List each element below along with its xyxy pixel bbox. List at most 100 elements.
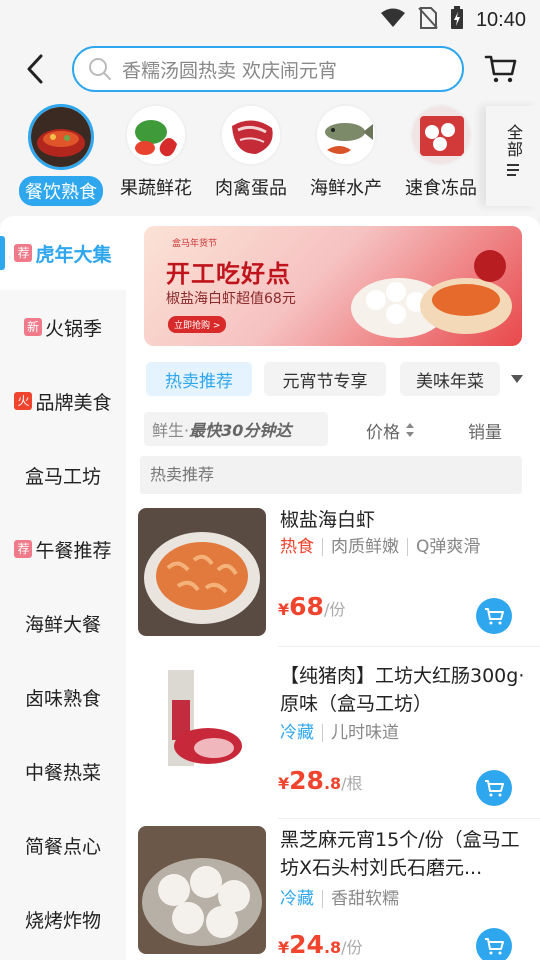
chip-hot-recommend[interactable]: 热卖推荐 [146,362,252,396]
price-decimal: .8 [323,938,342,957]
content-area: 盒马年货节 开工吃好点 椒盐海白虾超值68元 立即抢购 > 热卖推荐 元宵节专享… [126,216,540,960]
product-image [138,826,266,954]
add-to-cart-button[interactable] [476,598,512,634]
product-card[interactable]: 黑芝麻元宵15个/份（盒马工坊X石头村刘氏石磨元... 冷藏 香甜软糯 ¥24.… [126,826,540,960]
price-integer: 28 [289,766,324,795]
divider [278,818,540,819]
all-categories-button[interactable]: 全部 [486,106,540,206]
product-name: 黑芝麻元宵15个/份（盒马工坊X石头村刘氏石磨元... [280,829,520,879]
product-tag: 儿时味道 [331,723,399,743]
promo-banner[interactable]: 盒马年货节 开工吃好点 椒盐海白虾超值68元 立即抢购 > [144,226,522,346]
category-label: 海鲜水产 [310,178,382,199]
sidebar: 荐 虎年大集 新 火锅季 火 品牌美食 盒马工坊 荐 午餐推荐 海鲜大餐 卤味熟… [0,216,126,960]
recommend-badge: 荐 [14,540,33,558]
product-tags: 冷藏 儿时味道 [280,724,415,742]
recommend-badge: 荐 [14,244,33,262]
all-categories-label: 全部 [504,124,523,158]
category-bar: 餐饮熟食 果蔬鲜花 肉禽蛋品 海鲜水产 速食冻品 全部 [0,100,540,216]
category-item-meat[interactable]: 肉禽蛋品 [205,104,297,202]
product-name: 椒盐海白虾 [280,509,376,531]
category-item-catering[interactable]: 餐饮熟食 [15,104,107,206]
tag-chips: 热卖推荐 元宵节专享 美味年菜 [144,362,540,396]
product-card[interactable]: 【纯猪肉】工坊大红肠300g·原味（盒马工坊） 冷藏 儿时味道 ¥28.8/根 [126,660,540,820]
chip-lantern-festival[interactable]: 元宵节专享 [264,362,386,396]
price-unit: /份 [323,600,346,619]
no-sim-icon [418,6,438,34]
product-tag: 冷藏 [280,890,323,908]
add-to-cart-button[interactable] [476,928,512,960]
sidebar-item-brand-food[interactable]: 火 品牌美食 [0,364,126,438]
category-item-seafood[interactable]: 海鲜水产 [300,104,392,202]
banner-title: 开工吃好点 [166,260,291,288]
sidebar-item-hotpot[interactable]: 新 火锅季 [0,290,126,364]
status-bar: 10:40 [0,0,540,36]
product-tags: 热食 肉质鲜嫩 Q弹爽滑 [280,538,496,556]
sidebar-item-label: 烧烤炸物 [24,909,101,932]
price-sort[interactable]: 价格 [366,418,415,443]
hot-badge: 火 [14,392,33,410]
wifi-icon [380,7,406,33]
meat-icon [220,104,282,166]
sidebar-item-tiger-year-fair[interactable]: 荐 虎年大集 [0,216,126,290]
cart-icon [484,55,517,83]
product-price: ¥24.8/份 [278,930,363,959]
product-price: ¥68/份 [278,592,345,621]
fish-icon [315,104,377,166]
fresh-prefix: 鲜生· [152,421,190,440]
category-item-produce[interactable]: 果蔬鲜花 [110,104,202,202]
sidebar-item-braised[interactable]: 卤味熟食 [0,660,126,734]
product-tags: 冷藏 香甜软糯 [280,890,415,908]
vegetables-icon [125,104,187,166]
category-label: 速食冻品 [405,178,477,199]
banner-buy-button[interactable]: 立即抢购 > [168,316,227,333]
product-tag: 香甜软糯 [331,889,399,909]
sales-sort[interactable]: 销量 [468,418,502,443]
add-to-cart-button[interactable] [476,770,512,806]
sidebar-item-hema-workshop[interactable]: 盒马工坊 [0,438,126,512]
banner-badge: 盒马年货节 [172,239,218,249]
back-button[interactable] [20,52,50,86]
price-currency: ¥ [278,938,290,957]
fresh-delivery-filter[interactable]: 鲜生· 最快30分钟达 [144,412,328,446]
sidebar-item-label: 虎年大集 [35,243,112,266]
product-tag: 热食 [280,538,323,556]
sidebar-item-snacks[interactable]: 简餐点心 [0,808,126,882]
cart-icon [485,608,504,625]
sidebar-item-chinese-hot[interactable]: 中餐热菜 [0,734,126,808]
chip-new-year-dishes[interactable]: 美味年菜 [400,362,500,396]
hotpot-icon [28,104,94,170]
category-label: 餐饮熟食 [19,176,103,206]
search-placeholder: 香糯汤圆热卖 欢庆闹元宵 [122,59,338,82]
sidebar-item-label: 火锅季 [44,317,102,340]
sidebar-item-bbq[interactable]: 烧烤炸物 [0,882,126,956]
category-item-frozen[interactable]: 速食冻品 [395,104,487,202]
sidebar-item-label: 简餐点心 [24,835,101,858]
search-icon [89,58,111,80]
status-time: 10:40 [475,8,526,31]
banner-subtitle: 椒盐海白虾超值68元 [166,291,296,307]
product-price: ¥28.8/根 [278,766,363,795]
chevron-down-icon[interactable] [510,370,524,389]
sidebar-item-seafood-feast[interactable]: 海鲜大餐 [0,586,126,660]
cart-button[interactable] [484,52,518,86]
price-currency: ¥ [278,600,290,619]
cart-icon [485,938,504,955]
sidebar-item-label: 品牌美食 [35,391,112,414]
fresh-slogan: 最快30分钟达 [189,421,292,440]
price-unit: /根 [341,774,363,793]
product-image [138,508,266,636]
sidebar-item-lunch[interactable]: 荐 午餐推荐 [0,512,126,586]
sidebar-item-label: 卤味熟食 [24,687,101,710]
product-card[interactable]: 椒盐海白虾 热食 肉质鲜嫩 Q弹爽滑 ¥68/份 [126,508,540,648]
product-tag: Q弹爽滑 [416,537,481,557]
filter-bar: 鲜生· 最快30分钟达 价格 销量 [144,412,522,446]
new-badge: 新 [23,318,42,336]
category-label: 肉禽蛋品 [215,178,287,199]
sort-icon [406,423,415,437]
category-label: 果蔬鲜花 [120,178,192,199]
price-decimal: .8 [323,774,342,793]
dumplings-icon [410,104,472,166]
sidebar-item-label: 海鲜大餐 [24,613,101,636]
divider [278,646,540,647]
search-input[interactable]: 香糯汤圆热卖 欢庆闹元宵 [72,46,464,92]
